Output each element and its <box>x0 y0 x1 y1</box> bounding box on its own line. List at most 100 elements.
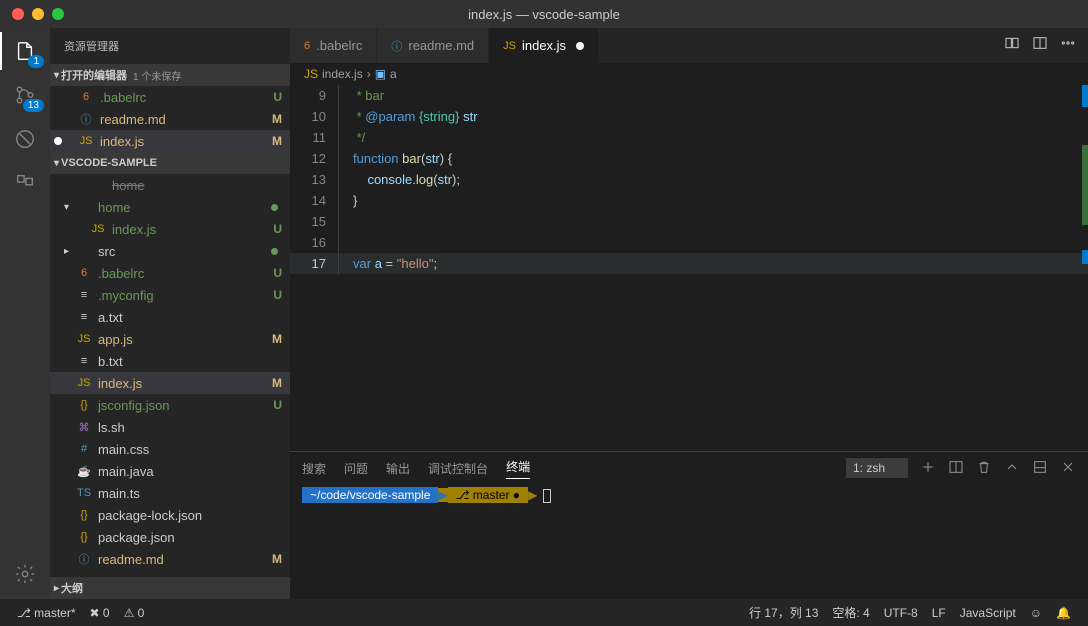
tree-item[interactable]: ≡.myconfigU <box>50 284 290 306</box>
tree-item[interactable]: JSindex.jsM <box>50 372 290 394</box>
tree-item[interactable]: ▾home <box>50 196 290 218</box>
new-terminal-icon[interactable] <box>920 459 936 478</box>
status-bar: ⎇ master* ✖ 0 ⚠ 0 行 17，列 13 空格: 4 UTF-8 … <box>0 599 1088 626</box>
tree-item[interactable]: ≡b.txt <box>50 350 290 372</box>
tree-item[interactable]: TSmain.ts <box>50 482 290 504</box>
status-position[interactable]: 行 17，列 13 <box>742 604 825 621</box>
panel-tab[interactable]: 输出 <box>386 460 410 477</box>
file-label: .babelrc <box>100 90 273 105</box>
chevron-up-icon[interactable] <box>1004 459 1020 478</box>
outline-header[interactable]: ▸ 大纲 <box>50 577 290 599</box>
panel-tab[interactable]: 问题 <box>344 460 368 477</box>
panel-tab[interactable]: 搜索 <box>302 460 326 477</box>
split-compare-icon[interactable] <box>1004 35 1020 56</box>
status-branch[interactable]: ⎇ master* <box>10 606 83 620</box>
close-panel-icon[interactable] <box>1060 459 1076 478</box>
tree-item[interactable]: ☕main.java <box>50 460 290 482</box>
code-line[interactable]: 17var a = "hello"; <box>290 253 1088 274</box>
status-indent[interactable]: 空格: 4 <box>825 604 876 621</box>
layout-icon[interactable] <box>12 170 38 196</box>
more-icon[interactable] <box>1060 35 1076 56</box>
close-window-button[interactable] <box>12 8 24 20</box>
status-language[interactable]: JavaScript <box>953 604 1023 621</box>
maximize-window-button[interactable] <box>52 8 64 20</box>
status-warnings[interactable]: ⚠ 0 <box>117 606 152 620</box>
window-controls <box>0 8 64 20</box>
editor-tab[interactable]: ⓘreadme.md <box>377 28 489 63</box>
line-content <box>341 232 353 253</box>
git-status: M <box>272 332 282 346</box>
tree-item[interactable]: JSindex.jsU <box>50 218 290 240</box>
code-line[interactable]: 9 * bar <box>290 85 1088 106</box>
maximize-panel-icon[interactable] <box>1032 459 1048 478</box>
feedback-smiley-icon[interactable]: ☺ <box>1023 604 1049 621</box>
git-status: U <box>273 398 282 412</box>
panel-tab[interactable]: 终端 <box>506 458 530 479</box>
breadcrumb[interactable]: JS index.js › ▣ a <box>290 63 1088 85</box>
open-editor-item[interactable]: JSindex.jsM <box>50 130 290 152</box>
file-label: a.txt <box>98 310 282 325</box>
line-content: } <box>341 190 357 211</box>
code-line[interactable]: 15 <box>290 211 1088 232</box>
line-number: 13 <box>290 169 338 190</box>
notifications-bell-icon[interactable]: 🔔 <box>1049 604 1078 621</box>
code-line[interactable]: 16 <box>290 232 1088 253</box>
panel-tabs: 搜索 问题 输出 调试控制台 终端 1: zsh <box>290 452 1088 484</box>
line-number: 9 <box>290 85 338 106</box>
code-editor[interactable]: 9 * bar10 * @param {string} str11 */12fu… <box>290 85 1088 451</box>
open-editors-header[interactable]: ▾ 打开的编辑器 1 个未保存 <box>50 64 290 86</box>
terminal-body[interactable]: ~/code/vscode-sample▶⎇ master ●▶ <box>290 484 1088 599</box>
tree-item[interactable]: ≡a.txt <box>50 306 290 328</box>
file-icon: JS <box>76 377 92 389</box>
file-icon: ⓘ <box>78 111 94 127</box>
line-number: 16 <box>290 232 338 253</box>
tree-item[interactable]: {}package.json <box>50 526 290 548</box>
status-encoding[interactable]: UTF-8 <box>877 604 925 621</box>
editor-tab[interactable]: JSindex.js <box>489 28 599 63</box>
split-terminal-icon[interactable] <box>948 459 964 478</box>
code-line[interactable]: 10 * @param {string} str <box>290 106 1088 127</box>
file-icon: {} <box>76 399 92 411</box>
minimap[interactable] <box>1082 85 1088 451</box>
status-errors[interactable]: ✖ 0 <box>83 606 117 620</box>
line-number: 11 <box>290 127 338 148</box>
panel-tab[interactable]: 调试控制台 <box>428 460 488 477</box>
code-line[interactable]: 11 */ <box>290 127 1088 148</box>
status-eol[interactable]: LF <box>925 604 953 621</box>
terminal-cursor <box>543 489 551 503</box>
line-content: var a = "hello"; <box>341 253 437 274</box>
open-editor-item[interactable]: ⓘreadme.mdM <box>50 108 290 130</box>
terminal-select[interactable]: 1: zsh <box>846 458 908 478</box>
kill-terminal-icon[interactable] <box>976 459 992 478</box>
explorer-badge: 1 <box>28 55 44 68</box>
tree-item[interactable]: 6.babelrcU <box>50 262 290 284</box>
settings-gear-icon[interactable] <box>12 561 38 587</box>
git-dot <box>271 204 278 211</box>
code-line[interactable]: 12function bar(str) { <box>290 148 1088 169</box>
file-icon: ⌘ <box>76 421 92 434</box>
git-status: U <box>273 222 282 236</box>
project-header[interactable]: ▾ VSCODE-SAMPLE <box>50 152 290 174</box>
explorer-icon[interactable]: 1 <box>12 38 38 64</box>
minimize-window-button[interactable] <box>32 8 44 20</box>
code-line[interactable]: 13 console.log(str); <box>290 169 1088 190</box>
file-label: b.txt <box>98 354 282 369</box>
file-label: readme.md <box>100 112 272 127</box>
tree-item[interactable]: home <box>50 174 290 196</box>
open-editor-item[interactable]: 6.babelrcU <box>50 86 290 108</box>
editor-tab[interactable]: 6.babelrc <box>290 28 377 63</box>
code-line[interactable]: 14} <box>290 190 1088 211</box>
line-number: 10 <box>290 106 338 127</box>
tree-item[interactable]: #main.css <box>50 438 290 460</box>
tree-item[interactable]: ⓘreadme.mdM <box>50 548 290 570</box>
tree-item[interactable]: JSapp.jsM <box>50 328 290 350</box>
split-editor-icon[interactable] <box>1032 35 1048 56</box>
tree-item[interactable]: ▸src <box>50 240 290 262</box>
tree-item[interactable]: {}package-lock.json <box>50 504 290 526</box>
tab-actions <box>1004 28 1088 63</box>
no-entry-icon[interactable] <box>12 126 38 152</box>
tree-item[interactable]: ⌘ls.sh <box>50 416 290 438</box>
scm-icon[interactable]: 13 <box>12 82 38 108</box>
tree-item[interactable]: {}jsconfig.jsonU <box>50 394 290 416</box>
line-number: 14 <box>290 190 338 211</box>
